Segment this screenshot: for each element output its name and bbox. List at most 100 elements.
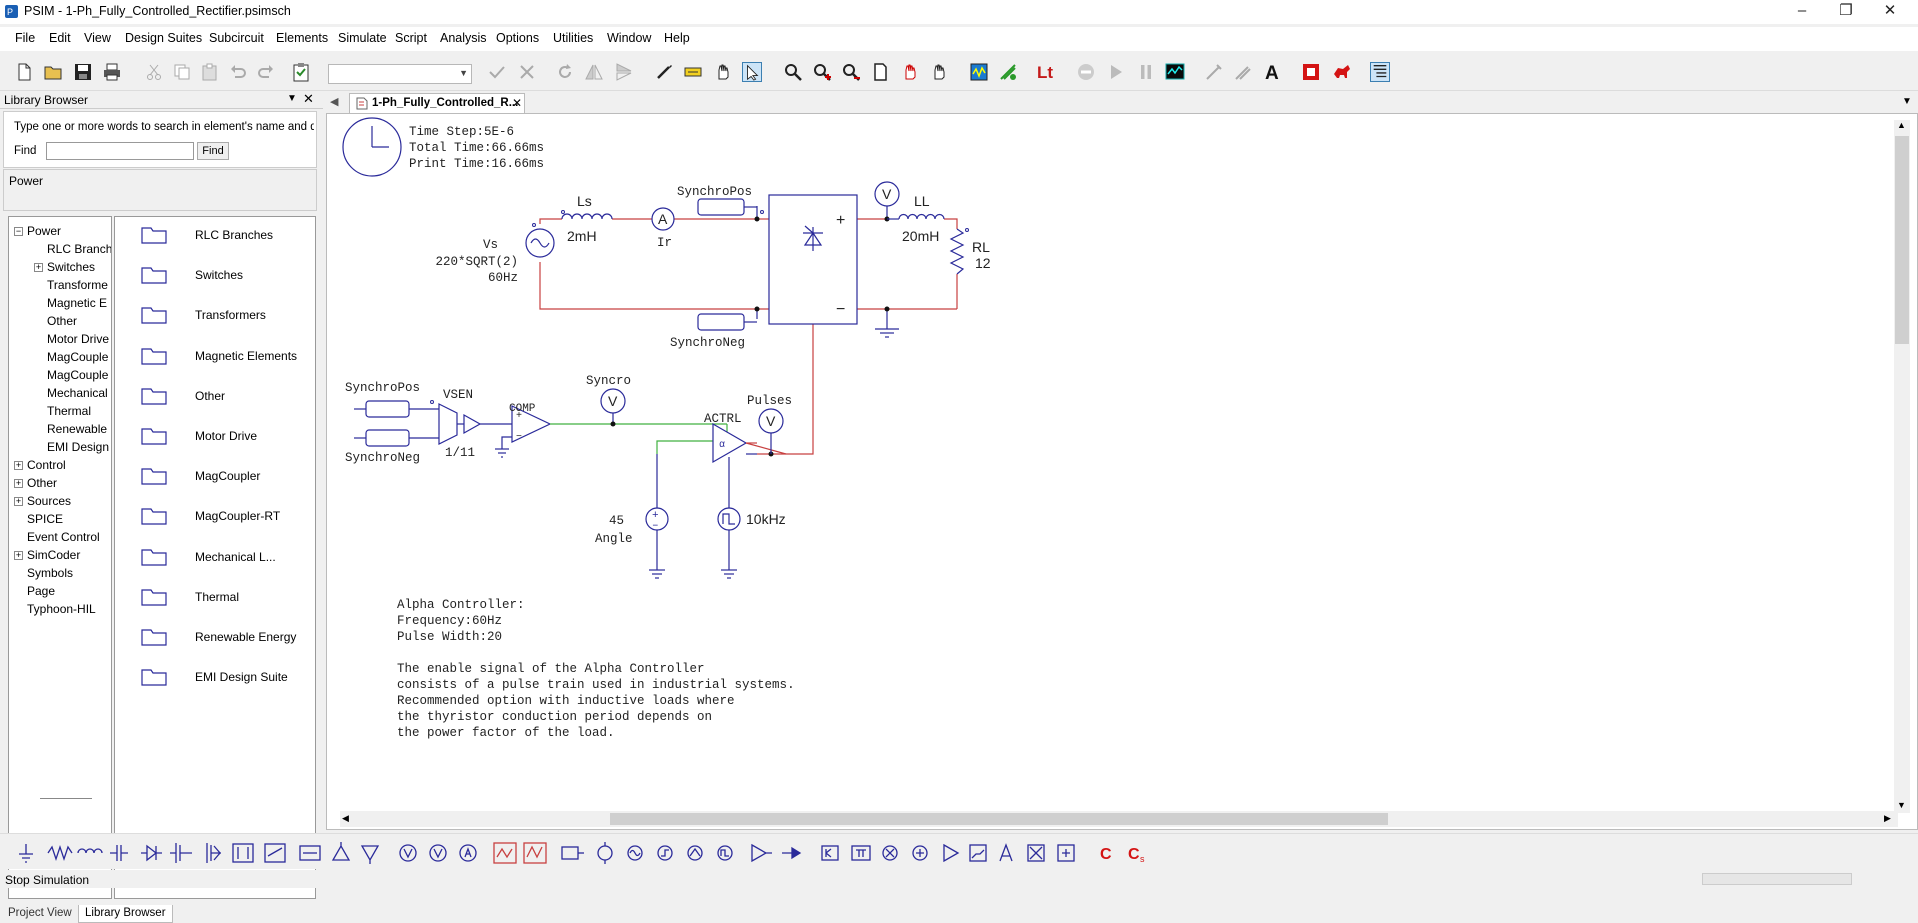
probe-hand-icon[interactable] bbox=[900, 62, 920, 82]
menu-subcircuit[interactable]: Subcircuit bbox=[209, 31, 264, 45]
tree-node[interactable]: Event Control bbox=[27, 530, 111, 544]
folder-label[interactable]: RLC Branches bbox=[195, 228, 273, 242]
triangle-source-icon[interactable] bbox=[687, 845, 703, 861]
folder-label[interactable]: Switches bbox=[195, 268, 243, 282]
delay-block-icon[interactable] bbox=[1057, 844, 1075, 862]
tree-node[interactable]: MagCouple bbox=[47, 350, 111, 364]
folder-icon[interactable] bbox=[141, 467, 167, 485]
menu-simulate[interactable]: Simulate bbox=[338, 31, 387, 45]
folder-label[interactable]: Mechanical L... bbox=[195, 550, 276, 564]
synchro-pos-port-top[interactable] bbox=[697, 198, 757, 216]
tab-close-icon[interactable]: ✕ bbox=[512, 96, 522, 110]
menu-file[interactable]: File bbox=[15, 31, 35, 45]
close-button[interactable]: ✕ bbox=[1868, 0, 1912, 24]
menu-utilities[interactable]: Utilities bbox=[553, 31, 593, 45]
opamp-element-icon[interactable] bbox=[751, 843, 772, 863]
folder-label[interactable]: Motor Drive bbox=[195, 429, 257, 443]
clipboard-check-icon[interactable] bbox=[291, 62, 311, 82]
find-button[interactable]: Find bbox=[197, 142, 229, 160]
tree-node[interactable]: Switches bbox=[47, 260, 111, 274]
folder-icon[interactable] bbox=[141, 306, 167, 324]
open-folder-icon[interactable] bbox=[43, 62, 63, 82]
find-input[interactable] bbox=[46, 142, 194, 160]
folder-icon[interactable] bbox=[141, 507, 167, 525]
tree-node[interactable]: Renewable bbox=[47, 422, 111, 436]
tree-node[interactable]: Motor Drive bbox=[47, 332, 111, 346]
menu-script[interactable]: Script bbox=[395, 31, 427, 45]
tab-list-dropdown-icon[interactable]: ▼ bbox=[1902, 96, 1912, 107]
inductor-element-icon[interactable] bbox=[77, 848, 103, 854]
motor-element-icon[interactable] bbox=[299, 845, 321, 861]
comparator-element-icon[interactable] bbox=[943, 843, 960, 863]
fit-page-icon[interactable] bbox=[870, 62, 890, 82]
menu-window[interactable]: Window bbox=[607, 31, 651, 45]
folder-icon[interactable] bbox=[141, 266, 167, 284]
folder-icon[interactable] bbox=[141, 548, 167, 566]
folder-label[interactable]: Renewable Energy bbox=[195, 630, 296, 644]
ground-element-icon[interactable] bbox=[19, 844, 33, 863]
zoom-in-icon[interactable] bbox=[812, 62, 832, 82]
scope-dual-icon[interactable] bbox=[523, 842, 547, 864]
tree-node[interactable]: Other bbox=[27, 476, 111, 490]
inductor-ll[interactable] bbox=[887, 213, 945, 220]
print-icon[interactable] bbox=[102, 62, 122, 82]
resistor-element-icon[interactable] bbox=[47, 844, 73, 862]
panel-close-icon[interactable]: ✕ bbox=[303, 91, 314, 107]
matlab-bull-icon[interactable] bbox=[1332, 62, 1352, 82]
folder-label[interactable]: Other bbox=[195, 389, 225, 403]
diode-element-icon[interactable] bbox=[141, 844, 162, 862]
folder-label[interactable]: Magnetic Elements bbox=[195, 349, 297, 363]
pan-hand-icon[interactable] bbox=[713, 62, 733, 82]
tree-node[interactable]: MagCouple bbox=[47, 368, 111, 382]
expand-icon[interactable]: + bbox=[14, 497, 23, 506]
summer-icon[interactable] bbox=[912, 845, 928, 861]
flip-horizontal-icon[interactable] bbox=[584, 62, 604, 82]
tree-node[interactable]: Mechanical bbox=[47, 386, 111, 400]
vertical-scroll-thumb[interactable] bbox=[1895, 136, 1909, 344]
cut-icon[interactable] bbox=[144, 62, 164, 82]
scroll-right-icon[interactable]: ▶ bbox=[1884, 813, 1891, 824]
menu-analysis[interactable]: Analysis bbox=[440, 31, 487, 45]
scroll-left-icon[interactable]: ◀ bbox=[342, 813, 349, 824]
ac-voltage-source-vs[interactable] bbox=[525, 223, 555, 258]
probe-pen-icon[interactable] bbox=[1204, 62, 1224, 82]
expand-icon[interactable]: + bbox=[14, 479, 23, 488]
copy-icon[interactable] bbox=[172, 62, 192, 82]
resistor-rl[interactable] bbox=[949, 228, 969, 275]
vertical-scrollbar[interactable]: ▲ ▼ bbox=[1894, 120, 1910, 813]
folder-label[interactable]: Transformers bbox=[195, 308, 266, 322]
tree-node[interactable]: SimCoder bbox=[27, 548, 111, 562]
tree-node[interactable]: Page bbox=[27, 584, 111, 598]
properties-list-icon[interactable] bbox=[1370, 62, 1390, 82]
folder-icon[interactable] bbox=[141, 668, 167, 686]
menu-options[interactable]: Options bbox=[496, 31, 539, 45]
menu-elements[interactable]: Elements bbox=[276, 31, 328, 45]
capacitor-element-icon[interactable] bbox=[110, 845, 128, 861]
minimize-button[interactable]: – bbox=[1780, 0, 1824, 24]
voltmeter-diff-icon[interactable] bbox=[429, 844, 447, 862]
simulation-control-clock[interactable] bbox=[342, 117, 402, 177]
multiplier-icon[interactable] bbox=[882, 845, 898, 861]
delete-x-icon[interactable] bbox=[517, 62, 537, 82]
fpga-chip-icon[interactable] bbox=[1301, 62, 1321, 82]
paste-icon[interactable] bbox=[200, 62, 220, 82]
redo-icon[interactable] bbox=[256, 62, 276, 82]
gating-block-icon[interactable] bbox=[999, 843, 1013, 862]
zoom-icon[interactable] bbox=[783, 62, 803, 82]
menu-view[interactable]: View bbox=[84, 31, 111, 45]
ammeter-probe-icon[interactable] bbox=[459, 844, 477, 862]
tab-project-view[interactable]: Project View bbox=[2, 905, 78, 923]
igbt-element-icon[interactable] bbox=[206, 843, 221, 863]
menu-design-suites[interactable]: Design Suites bbox=[125, 31, 202, 45]
menu-edit[interactable]: Edit bbox=[49, 31, 71, 45]
folder-label[interactable]: Thermal bbox=[195, 590, 239, 604]
expand-icon[interactable]: + bbox=[14, 551, 23, 560]
tree-node[interactable]: Typhoon-HIL bbox=[27, 602, 111, 616]
stop-circle-icon[interactable] bbox=[1076, 62, 1096, 82]
text-tool-icon[interactable]: A bbox=[1263, 62, 1283, 82]
collapse-icon[interactable]: − bbox=[14, 227, 23, 236]
mosfet-element-icon[interactable] bbox=[170, 843, 192, 863]
folder-icon[interactable] bbox=[141, 387, 167, 405]
synchro-neg-port-top[interactable] bbox=[697, 313, 757, 331]
zoh-icon[interactable] bbox=[1027, 844, 1045, 862]
